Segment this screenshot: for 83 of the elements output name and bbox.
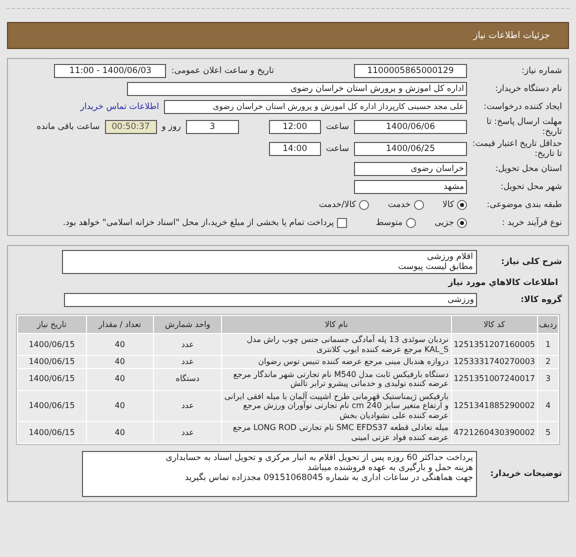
table-cell: 1251351007240017	[452, 368, 538, 390]
checkbox[interactable]	[336, 218, 347, 228]
option-label: خدمت	[388, 200, 411, 210]
table-cell: دستگاه بارفیکس ثابت مدل M540 نام تجارتی شهر ماندگار مرجع عرضه کننده تولیدی و خدماتی پیشرو ترابر تالش	[222, 368, 451, 390]
table-cell: 1253331740270003	[452, 356, 538, 368]
radio-button[interactable]	[358, 200, 369, 210]
date-field: 1400/06/06	[354, 120, 467, 134]
column-header: تعداد / مقدار	[86, 316, 154, 333]
page-header: جزئیات اطلاعات نیاز	[7, 22, 569, 49]
table-cell: میله تعادلی قطعه SMC EFDS37 نام تجارتی LONG ROD مرجع عرضه کننده فواد عزتی امینی	[222, 422, 451, 443]
table-cell: عدد	[154, 390, 222, 421]
group-field: ورزشی	[64, 293, 477, 307]
field-label: شهر محل تحویل:	[499, 182, 562, 192]
field-label: شرح کلی نیاز:	[500, 257, 562, 267]
days-field: 3	[186, 120, 239, 134]
province-field: خراسان رضوی	[354, 162, 467, 176]
column-header: نام کالا	[222, 316, 451, 333]
section-title: اطلاعات کالاهاي مورد نیاز	[446, 278, 558, 288]
table-cell: عدد	[154, 356, 222, 368]
column-header: تاریخ نیاز	[18, 316, 86, 333]
table-cell: 3	[538, 368, 558, 390]
description-field: اقلام ورزشی مطابق لیست پیوست	[62, 250, 477, 274]
field-label: تاریخ و ساعت اعلان عمومی:	[171, 66, 274, 76]
time-field: 14:00	[268, 142, 321, 156]
radio-button[interactable]	[457, 200, 467, 210]
option-label: متوسط	[376, 218, 403, 228]
table-cell: 1400/06/15	[18, 422, 86, 443]
field-label: روز و	[162, 122, 181, 132]
field-label: توضیحات خریدار:	[489, 469, 562, 479]
table-cell: 1251351207160005	[452, 334, 538, 355]
table-cell: 1400/06/15	[18, 390, 86, 421]
table-cell: عدد	[154, 422, 222, 443]
table-cell: 4	[538, 390, 558, 421]
table-cell: 1400/06/15	[18, 368, 86, 390]
table-cell: 40	[86, 390, 154, 421]
field-label: گروه کالا:	[520, 295, 562, 305]
field-label: نام دستگاه خریدار:	[494, 84, 562, 94]
table-cell: 5	[538, 422, 558, 443]
table-cell: نردبان سوئدی 13 پله آمادگی جسمانی جنس چوب راش مدل KAL_S مرجع عرضه کننده ایوب کلانتری	[222, 334, 451, 355]
field-label: ساعت	[326, 144, 349, 154]
radio-button[interactable]	[414, 200, 424, 210]
time-field: 12:00	[268, 120, 321, 134]
table-cell: 1	[538, 334, 558, 355]
requester-field: علی مجد حسینی کارپرداز اداره کل اموزش و پرورش استان خراسان رضوی	[164, 100, 467, 114]
notes-field: پرداخت حداکثر 60 روزه پس از تحویل اقلام به انبار مرکزی و تحویل اسناد به حسابداری هزینه حمل و بارگیری به عهده فروشنده میباشد جهت هماهنگی در ساعات اداری به شماره 09151068045 مجدزاده تماس بگیرید	[82, 451, 477, 497]
field-label: ایجاد کننده درخواست:	[482, 102, 562, 112]
table-cell: بارفیکس ژیمناستیک قهرمانی طرح اشپیت آلمان با میله افقی ایرانی و ارتفاع متغیر سایز 240 cm نام تجارتی نوآوران ورزش مرجع عرضه کننده علی نشوادیان بخش	[222, 390, 451, 421]
table-cell: 1400/06/15	[18, 334, 86, 355]
contact-link[interactable]: اطلاعات تماس خریدار	[80, 102, 159, 112]
need-number-field: 1100005865000129	[354, 64, 467, 78]
table-cell: 1251341885290002	[452, 390, 538, 421]
date-field: 1400/06/25	[354, 142, 467, 156]
field-label: طبقه بندی موضوعی:	[486, 200, 562, 210]
table-cell: 4721260430390002	[452, 422, 538, 443]
radio-button[interactable]	[406, 218, 416, 228]
buyer-field: اداره کل اموزش و پرورش استان خراسان رضوی	[127, 82, 467, 96]
field-label: نوع فرآیند خرید :	[500, 218, 562, 228]
table-cell: 1400/06/15	[18, 356, 86, 368]
table-cell: 40	[86, 368, 154, 390]
field-label: حداقل تاریخ اعتبار قیمت: تا تاریخ:	[472, 139, 562, 159]
announce-date-field: 1400/06/03 - 11:00	[54, 64, 166, 78]
column-header: ردیف	[538, 316, 558, 333]
option-label: کالا	[442, 200, 454, 210]
option-label: جزیی	[434, 218, 454, 228]
remaining-time-field: 00:50:37	[104, 120, 157, 134]
field-label: ساعت باقی مانده	[36, 122, 100, 132]
field-label: شماره نیاز:	[520, 66, 562, 76]
option-label: کالا/خدمت	[318, 200, 356, 210]
option-label: پرداخت تمام یا بخشی از مبلغ خرید،از محل "اسناد خزانه اسلامی" خواهد بود.	[62, 218, 334, 228]
table-cell: دستگاه	[154, 368, 222, 390]
table-cell: 40	[86, 334, 154, 355]
table-cell: 40	[86, 356, 154, 368]
field-label: استان محل تحویل:	[494, 164, 562, 174]
column-header: کد کالا	[452, 316, 538, 333]
table-cell: 2	[538, 356, 558, 368]
table-cell: عدد	[154, 334, 222, 355]
column-header: واحد شمارش	[154, 316, 222, 333]
field-label: ساعت	[326, 122, 349, 132]
radio-button[interactable]	[457, 218, 467, 228]
city-field: مشهد	[354, 180, 467, 194]
field-label: مهلت ارسال پاسخ: تا تاریخ:	[486, 117, 562, 137]
table-cell: دروازه هندبال مینی مرجع عرضه کننده تنیس توس رضوان	[222, 356, 451, 368]
table-cell: 40	[86, 422, 154, 443]
